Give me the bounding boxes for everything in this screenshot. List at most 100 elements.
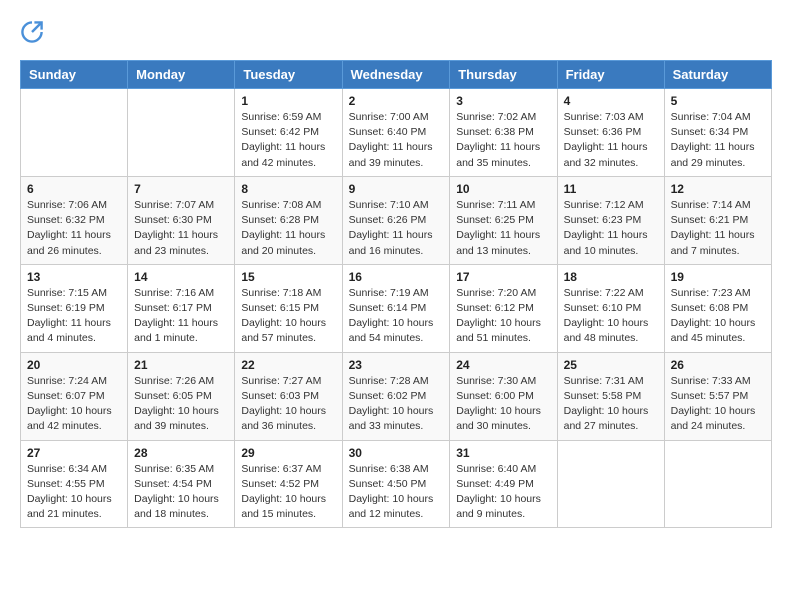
weekday-header-saturday: Saturday	[664, 61, 771, 89]
day-number: 3	[456, 94, 550, 108]
calendar-cell: 25 Sunrise: 7:31 AM Sunset: 5:58 PM Dayli…	[557, 352, 664, 440]
calendar-cell: 12 Sunrise: 7:14 AM Sunset: 6:21 PM Dayli…	[664, 176, 771, 264]
day-number: 5	[671, 94, 765, 108]
calendar-cell: 8Sunrise: 7:08 AM Sunset: 6:28 PM Daylig…	[235, 176, 342, 264]
page-header	[20, 20, 772, 44]
day-info: Sunrise: 6:59 AM Sunset: 6:42 PM Dayligh…	[241, 110, 335, 171]
day-number: 29	[241, 446, 335, 460]
day-number: 25	[564, 358, 658, 372]
day-number: 31	[456, 446, 550, 460]
logo	[20, 20, 48, 44]
weekday-header-sunday: Sunday	[21, 61, 128, 89]
day-number: 12	[671, 182, 765, 196]
week-row-4: 20 Sunrise: 7:24 AM Sunset: 6:07 PM Dayli…	[21, 352, 772, 440]
week-row-1: 1 Sunrise: 6:59 AM Sunset: 6:42 PM Daylig…	[21, 89, 772, 177]
day-number: 18	[564, 270, 658, 284]
day-info: Sunrise: 6:37 AM Sunset: 4:52 PM Dayligh…	[241, 462, 335, 523]
day-number: 20	[27, 358, 121, 372]
day-number: 14	[134, 270, 228, 284]
day-info: Sunrise: 7:10 AM Sunset: 6:26 PM Dayligh…	[349, 198, 444, 259]
calendar-cell: 15 Sunrise: 7:18 AM Sunset: 6:15 PM Dayli…	[235, 264, 342, 352]
calendar-cell: 18Sunrise: 7:22 AM Sunset: 6:10 PM Dayli…	[557, 264, 664, 352]
day-number: 26	[671, 358, 765, 372]
week-row-2: 6Sunrise: 7:06 AM Sunset: 6:32 PM Daylig…	[21, 176, 772, 264]
day-info: Sunrise: 7:20 AM Sunset: 6:12 PM Dayligh…	[456, 286, 550, 347]
day-number: 16	[349, 270, 444, 284]
day-info: Sunrise: 7:33 AM Sunset: 5:57 PM Dayligh…	[671, 374, 765, 435]
calendar-cell: 19Sunrise: 7:23 AM Sunset: 6:08 PM Dayli…	[664, 264, 771, 352]
calendar-cell: 1 Sunrise: 6:59 AM Sunset: 6:42 PM Daylig…	[235, 89, 342, 177]
calendar-cell: 2 Sunrise: 7:00 AM Sunset: 6:40 PM Daylig…	[342, 89, 450, 177]
logo-icon	[20, 20, 44, 44]
day-number: 28	[134, 446, 228, 460]
day-info: Sunrise: 7:31 AM Sunset: 5:58 PM Dayligh…	[564, 374, 658, 435]
calendar-cell: 7 Sunrise: 7:07 AM Sunset: 6:30 PM Daylig…	[128, 176, 235, 264]
weekday-header-tuesday: Tuesday	[235, 61, 342, 89]
day-info: Sunrise: 7:00 AM Sunset: 6:40 PM Dayligh…	[349, 110, 444, 171]
day-info: Sunrise: 6:35 AM Sunset: 4:54 PM Dayligh…	[134, 462, 228, 523]
day-info: Sunrise: 7:11 AM Sunset: 6:25 PM Dayligh…	[456, 198, 550, 259]
day-info: Sunrise: 7:28 AM Sunset: 6:02 PM Dayligh…	[349, 374, 444, 435]
calendar-cell: 16 Sunrise: 7:19 AM Sunset: 6:14 PM Dayli…	[342, 264, 450, 352]
weekday-header-monday: Monday	[128, 61, 235, 89]
day-info: Sunrise: 7:04 AM Sunset: 6:34 PM Dayligh…	[671, 110, 765, 171]
calendar-cell: 4 Sunrise: 7:03 AM Sunset: 6:36 PM Daylig…	[557, 89, 664, 177]
day-number: 22	[241, 358, 335, 372]
calendar-cell: 13 Sunrise: 7:15 AM Sunset: 6:19 PM Dayli…	[21, 264, 128, 352]
calendar-cell	[128, 89, 235, 177]
calendar-cell: 29 Sunrise: 6:37 AM Sunset: 4:52 PM Dayli…	[235, 440, 342, 528]
calendar-cell: 24Sunrise: 7:30 AM Sunset: 6:00 PM Dayli…	[450, 352, 557, 440]
day-number: 27	[27, 446, 121, 460]
day-number: 10	[456, 182, 550, 196]
weekday-header-friday: Friday	[557, 61, 664, 89]
day-number: 9	[349, 182, 444, 196]
calendar-cell: 9 Sunrise: 7:10 AM Sunset: 6:26 PM Daylig…	[342, 176, 450, 264]
calendar-cell: 17 Sunrise: 7:20 AM Sunset: 6:12 PM Dayli…	[450, 264, 557, 352]
day-number: 17	[456, 270, 550, 284]
day-info: Sunrise: 6:40 AM Sunset: 4:49 PM Dayligh…	[456, 462, 550, 523]
calendar-cell: 6Sunrise: 7:06 AM Sunset: 6:32 PM Daylig…	[21, 176, 128, 264]
calendar-cell: 30 Sunrise: 6:38 AM Sunset: 4:50 PM Dayli…	[342, 440, 450, 528]
day-info: Sunrise: 7:26 AM Sunset: 6:05 PM Dayligh…	[134, 374, 228, 435]
day-number: 4	[564, 94, 658, 108]
day-number: 1	[241, 94, 335, 108]
day-number: 11	[564, 182, 658, 196]
calendar-cell: 14 Sunrise: 7:16 AM Sunset: 6:17 PM Dayli…	[128, 264, 235, 352]
day-info: Sunrise: 7:19 AM Sunset: 6:14 PM Dayligh…	[349, 286, 444, 347]
day-number: 7	[134, 182, 228, 196]
calendar-cell: 11Sunrise: 7:12 AM Sunset: 6:23 PM Dayli…	[557, 176, 664, 264]
day-info: Sunrise: 7:18 AM Sunset: 6:15 PM Dayligh…	[241, 286, 335, 347]
calendar-cell: 26 Sunrise: 7:33 AM Sunset: 5:57 PM Dayli…	[664, 352, 771, 440]
calendar-cell: 27Sunrise: 6:34 AM Sunset: 4:55 PM Dayli…	[21, 440, 128, 528]
calendar-cell	[664, 440, 771, 528]
calendar-cell: 22 Sunrise: 7:27 AM Sunset: 6:03 PM Dayli…	[235, 352, 342, 440]
calendar-cell: 3Sunrise: 7:02 AM Sunset: 6:38 PM Daylig…	[450, 89, 557, 177]
calendar-cell: 28 Sunrise: 6:35 AM Sunset: 4:54 PM Dayli…	[128, 440, 235, 528]
weekday-header-wednesday: Wednesday	[342, 61, 450, 89]
day-info: Sunrise: 7:24 AM Sunset: 6:07 PM Dayligh…	[27, 374, 121, 435]
calendar-cell: 5 Sunrise: 7:04 AM Sunset: 6:34 PM Daylig…	[664, 89, 771, 177]
day-info: Sunrise: 7:08 AM Sunset: 6:28 PM Dayligh…	[241, 198, 335, 259]
day-info: Sunrise: 7:03 AM Sunset: 6:36 PM Dayligh…	[564, 110, 658, 171]
day-number: 21	[134, 358, 228, 372]
day-number: 30	[349, 446, 444, 460]
calendar-cell: 20 Sunrise: 7:24 AM Sunset: 6:07 PM Dayli…	[21, 352, 128, 440]
day-number: 24	[456, 358, 550, 372]
week-row-3: 13 Sunrise: 7:15 AM Sunset: 6:19 PM Dayli…	[21, 264, 772, 352]
day-info: Sunrise: 7:07 AM Sunset: 6:30 PM Dayligh…	[134, 198, 228, 259]
day-number: 15	[241, 270, 335, 284]
day-info: Sunrise: 7:16 AM Sunset: 6:17 PM Dayligh…	[134, 286, 228, 347]
day-number: 6	[27, 182, 121, 196]
weekday-header-row: SundayMondayTuesdayWednesdayThursdayFrid…	[21, 61, 772, 89]
calendar-cell	[21, 89, 128, 177]
weekday-header-thursday: Thursday	[450, 61, 557, 89]
day-info: Sunrise: 7:14 AM Sunset: 6:21 PM Dayligh…	[671, 198, 765, 259]
calendar-cell	[557, 440, 664, 528]
day-info: Sunrise: 7:15 AM Sunset: 6:19 PM Dayligh…	[27, 286, 121, 347]
week-row-5: 27Sunrise: 6:34 AM Sunset: 4:55 PM Dayli…	[21, 440, 772, 528]
calendar-cell: 31 Sunrise: 6:40 AM Sunset: 4:49 PM Dayli…	[450, 440, 557, 528]
day-number: 2	[349, 94, 444, 108]
day-number: 13	[27, 270, 121, 284]
day-info: Sunrise: 6:38 AM Sunset: 4:50 PM Dayligh…	[349, 462, 444, 523]
day-info: Sunrise: 7:27 AM Sunset: 6:03 PM Dayligh…	[241, 374, 335, 435]
